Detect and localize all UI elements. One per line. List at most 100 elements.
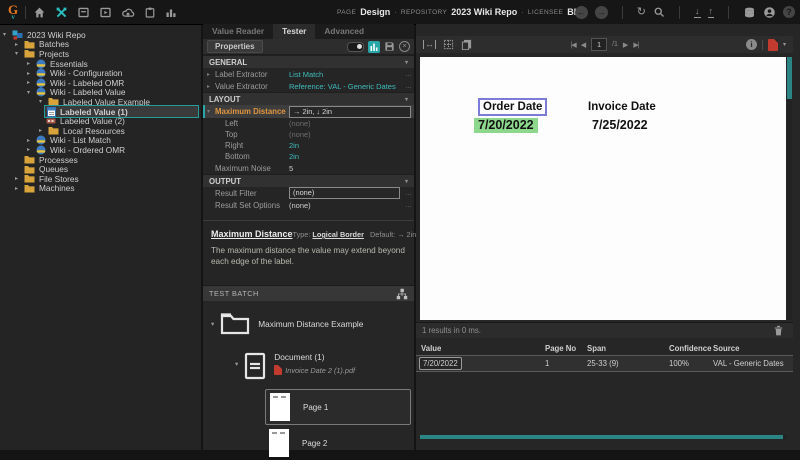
- tree-item-repository[interactable]: ▾ 2023 Wiki Repo: [0, 30, 201, 40]
- tree-item-local-resources[interactable]: ▸ Local Resources: [0, 126, 201, 136]
- refresh-icon[interactable]: ↻: [637, 6, 646, 18]
- ellipsis-button[interactable]: …: [403, 202, 414, 209]
- toggle-switch[interactable]: [347, 42, 364, 52]
- column-source[interactable]: Source: [713, 344, 793, 353]
- property-row-maximum-noise[interactable]: Maximum Noise 5: [203, 162, 414, 174]
- property-row-result-set-options[interactable]: Result Set Options (none) …: [203, 199, 414, 211]
- help-icon[interactable]: ?: [783, 6, 795, 18]
- page-2-row[interactable]: Page 2: [265, 426, 409, 460]
- tree-item-wiki-list-match[interactable]: ▸ Wiki - List Match: [0, 136, 201, 146]
- property-value[interactable]: List Match: [289, 70, 403, 79]
- export-pdf-icon[interactable]: [768, 39, 778, 51]
- page-number-input[interactable]: [591, 38, 607, 51]
- download-icon[interactable]: ↓: [694, 7, 701, 18]
- section-layout[interactable]: LAYOUT ▾: [203, 92, 414, 105]
- clear-results-icon[interactable]: [774, 325, 783, 336]
- property-row-top[interactable]: Top (none): [203, 129, 414, 140]
- database-icon[interactable]: [743, 6, 756, 19]
- tree-item-essentials[interactable]: ▸ Essentials: [0, 59, 201, 69]
- ellipsis-button[interactable]: …: [403, 71, 414, 78]
- tree-item-labeled-value-1-selected[interactable]: Labeled Value (1): [0, 107, 201, 117]
- jobs-clipboard-icon[interactable]: [144, 6, 156, 19]
- pages-stack-icon[interactable]: [461, 39, 472, 50]
- property-row-bottom[interactable]: Bottom 2in: [203, 151, 414, 162]
- design-tools-icon[interactable]: [55, 6, 68, 19]
- tree-item-machines[interactable]: ▸ Machines: [0, 184, 201, 194]
- first-page-button[interactable]: |◀: [570, 41, 575, 49]
- property-row-right[interactable]: Right 2in: [203, 140, 414, 151]
- section-output[interactable]: OUTPUT ▾: [203, 174, 414, 187]
- property-row-left[interactable]: Left (none): [203, 118, 414, 129]
- type-link[interactable]: Logical Border: [312, 230, 364, 239]
- file-row[interactable]: Invoice Date 2 (1).pdf: [274, 365, 355, 375]
- stats-bar-chart-icon[interactable]: [165, 6, 177, 19]
- tree-item-wiki-ordered-omr[interactable]: ▸ Wiki - Ordered OMR: [0, 145, 201, 155]
- chevron-down-icon[interactable]: ▾: [27, 89, 36, 96]
- region-grid-icon[interactable]: [443, 39, 454, 50]
- property-value[interactable]: 2in: [289, 152, 414, 161]
- chevron-right-icon[interactable]: ▸: [27, 70, 36, 77]
- property-value[interactable]: 2in: [289, 141, 414, 150]
- tab-tester[interactable]: Tester: [273, 24, 315, 39]
- hierarchy-view-icon[interactable]: [396, 288, 408, 300]
- ellipsis-button[interactable]: …: [403, 83, 414, 90]
- matched-value-highlight[interactable]: 7/20/2022: [474, 118, 538, 133]
- save-icon[interactable]: [384, 41, 395, 52]
- result-table-row[interactable]: 7/20/2022 1 25-33 (9) 100% VAL - Generic…: [416, 355, 793, 372]
- tree-item-queues[interactable]: Queues: [0, 164, 201, 174]
- matched-label-highlight[interactable]: Order Date: [478, 98, 547, 116]
- property-row-result-filter[interactable]: Result Filter (none) …: [203, 187, 414, 199]
- column-confidence[interactable]: Confidence: [669, 344, 713, 353]
- chevron-right-icon[interactable]: ▸: [27, 79, 36, 86]
- tree-item-file-stores[interactable]: ▸ File Stores: [0, 174, 201, 184]
- ellipsis-button[interactable]: …: [403, 190, 414, 197]
- tree-item-wiki-configuration[interactable]: ▸ Wiki - Configuration: [0, 68, 201, 78]
- cloud-upload-icon[interactable]: [121, 6, 135, 19]
- page-2-thumbnail[interactable]: [269, 429, 289, 457]
- chevron-down-icon[interactable]: ▾: [15, 50, 24, 57]
- batches-icon[interactable]: [77, 6, 90, 19]
- close-icon[interactable]: ×: [399, 41, 410, 52]
- page-1-thumbnail[interactable]: [270, 393, 290, 421]
- property-row-label-extractor[interactable]: ▸ Label Extractor List Match …: [203, 68, 414, 80]
- chevron-down-icon[interactable]: ▾: [211, 320, 214, 328]
- pdf-caret-icon[interactable]: ▾: [783, 41, 786, 48]
- batch-folder-row[interactable]: ▾ Maximum Distance Example: [211, 312, 363, 335]
- column-value[interactable]: Value: [421, 344, 545, 353]
- back-button[interactable]: ←: [575, 6, 588, 19]
- collapse-icon[interactable]: ▾: [207, 108, 215, 115]
- chevron-right-icon[interactable]: ▸: [15, 175, 24, 182]
- page-value[interactable]: Design: [360, 7, 390, 17]
- search-icon[interactable]: [653, 6, 665, 18]
- page-1-row[interactable]: Page 1: [265, 389, 411, 425]
- chevron-right-icon[interactable]: ▸: [39, 127, 48, 134]
- property-row-value-extractor[interactable]: ▸ Value Extractor Reference: VAL - Gener…: [203, 80, 414, 92]
- tree-item-wiki-labeled-omr[interactable]: ▸ Wiki - Labeled OMR: [0, 78, 201, 88]
- chevron-down-icon[interactable]: ▾: [3, 31, 12, 38]
- chevron-down-icon[interactable]: ▾: [235, 360, 238, 368]
- property-value[interactable]: (none): [289, 119, 414, 128]
- chevron-right-icon[interactable]: ▸: [27, 137, 36, 144]
- chevron-right-icon[interactable]: ▸: [27, 146, 36, 153]
- property-row-maximum-distance[interactable]: ▾ Maximum Distance → 2in, ↓ 2in: [203, 105, 414, 118]
- chevron-right-icon[interactable]: ▸: [27, 60, 36, 67]
- property-value[interactable]: 5: [289, 164, 414, 173]
- tab-advanced[interactable]: Advanced: [315, 24, 373, 39]
- repository-value[interactable]: 2023 Wiki Repo: [451, 7, 517, 17]
- section-general[interactable]: GENERAL ▾: [203, 55, 414, 68]
- upload-icon[interactable]: ↑: [708, 7, 715, 18]
- chevron-right-icon[interactable]: ▸: [15, 41, 24, 48]
- imports-icon[interactable]: [99, 6, 112, 19]
- vertical-scrollbar[interactable]: [787, 57, 792, 320]
- tree-item-projects[interactable]: ▾ Projects: [0, 49, 201, 59]
- scrollbar-thumb[interactable]: [787, 57, 792, 99]
- chevron-down-icon[interactable]: ▾: [405, 96, 408, 103]
- expand-icon[interactable]: ▸: [207, 71, 215, 78]
- info-icon[interactable]: i: [746, 39, 757, 50]
- properties-title[interactable]: Properties: [207, 40, 263, 53]
- chevron-down-icon[interactable]: ▾: [405, 178, 408, 185]
- column-page-no[interactable]: Page No: [545, 344, 587, 353]
- forward-button[interactable]: →: [595, 6, 608, 19]
- previous-page-button[interactable]: ◀: [581, 41, 586, 49]
- batch-document-row[interactable]: ▾ Document (1) Invoice Date 2 (1).pdf: [235, 352, 355, 380]
